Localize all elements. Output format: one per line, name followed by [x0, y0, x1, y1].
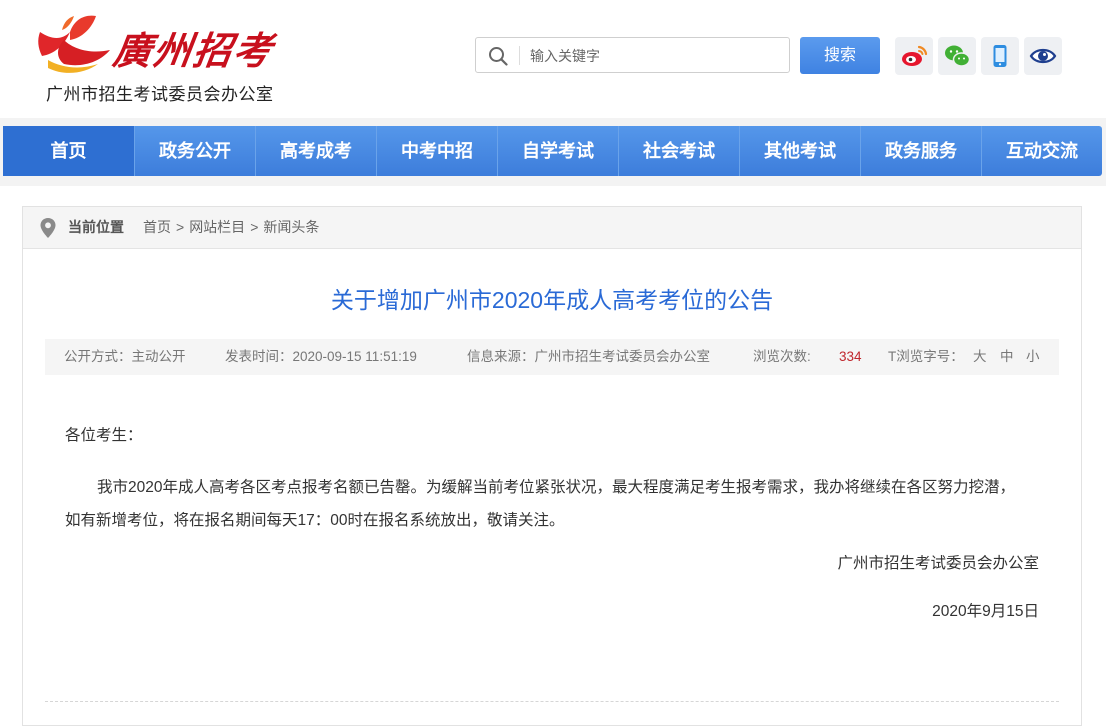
article-paragraph: 我市2020年成人高考各区考点报考名额已告罄。为缓解当前考位紧张状况，最大程度满… — [65, 479, 1015, 529]
search-divider — [519, 46, 520, 65]
breadcrumb-trail: 首页 > 网站栏目 > 新闻头条 — [143, 207, 319, 248]
article-bottom-divider — [45, 701, 1059, 702]
breadcrumb-link-headlines[interactable]: 新闻头条 — [263, 219, 319, 235]
breadcrumb: 当前位置 首页 > 网站栏目 > 新闻头条 — [23, 207, 1081, 249]
meta-font-size-label: T浏览字号： — [888, 349, 964, 364]
main-nav: 首页 政务公开 高考成考 中考中招 自学考试 社会考试 其他考试 政务服务 互动… — [3, 126, 1102, 176]
font-size-medium-button[interactable]: 中 — [1000, 339, 1014, 375]
search-button[interactable]: 搜索 — [800, 37, 880, 74]
article-container: 当前位置 首页 > 网站栏目 > 新闻头条 关于增加广州市2020年成人高考考位的公告 … — [22, 206, 1082, 726]
wechat-icon — [945, 45, 971, 67]
nav-item-social-exam[interactable]: 社会考试 — [619, 126, 740, 176]
search-input[interactable] — [528, 38, 787, 74]
accessibility-button[interactable] — [1024, 37, 1062, 75]
kapok-flower-icon — [38, 15, 110, 73]
breadcrumb-separator: > — [176, 219, 185, 235]
breadcrumb-separator: > — [250, 219, 259, 235]
meta-views-count: 334 — [839, 349, 862, 364]
org-name: 广州市招生考试委员会办公室 — [46, 85, 274, 104]
article-title: 关于增加广州市2020年成人高考考位的公告 — [330, 287, 774, 313]
mobile-button[interactable] — [981, 37, 1019, 75]
meta-views-label: 浏览次数: — [753, 349, 811, 364]
wechat-button[interactable] — [938, 37, 976, 75]
nav-item-government-services[interactable]: 政务服务 — [861, 126, 982, 176]
font-size-large-button[interactable]: 大 — [973, 339, 987, 375]
meta-source: 信息来源：广州市招生考试委员会办公室 — [467, 349, 710, 364]
weibo-icon — [902, 45, 928, 66]
site-logo[interactable]: 廣州招考 广州市招生考试委员会办公室 — [34, 10, 277, 106]
breadcrumb-label: 当前位置 — [68, 219, 124, 235]
meta-publish-time: 发表时间：2020-09-15 11:51:19 — [225, 349, 417, 364]
nav-item-interaction[interactable]: 互动交流 — [982, 126, 1102, 176]
nav-item-other-exams[interactable]: 其他考试 — [740, 126, 861, 176]
meta-publish-mode: 公开方式：主动公开 — [64, 349, 186, 364]
nav-item-government-affairs[interactable]: 政务公开 — [135, 126, 256, 176]
breadcrumb-link-home[interactable]: 首页 — [143, 219, 171, 235]
nav-item-home[interactable]: 首页 — [3, 126, 135, 176]
mobile-icon — [993, 45, 1007, 67]
search-box — [475, 37, 790, 74]
article-meta-bar: 公开方式：主动公开 发表时间：2020-09-15 11:51:19 信息来源：… — [45, 339, 1059, 375]
eye-icon — [1029, 48, 1057, 64]
article-signature: 广州市招生考试委员会办公室 — [837, 555, 1039, 572]
nav-wrapper: 首页 政务公开 高考成考 中考中招 自学考试 社会考试 其他考试 政务服务 互动… — [0, 118, 1106, 186]
search-icon[interactable] — [488, 46, 508, 66]
breadcrumb-link-site-columns[interactable]: 网站栏目 — [189, 219, 245, 235]
article-greeting: 各位考生： — [65, 427, 143, 444]
site-header: 廣州招考 广州市招生考试委员会办公室 搜索 — [0, 0, 1106, 118]
location-pin-icon — [40, 218, 56, 238]
weibo-button[interactable] — [895, 37, 933, 75]
nav-item-self-study-exam[interactable]: 自学考试 — [498, 126, 619, 176]
font-size-small-button[interactable]: 小 — [1026, 339, 1040, 375]
nav-item-zhongkao[interactable]: 中考中招 — [377, 126, 498, 176]
nav-item-gaokao[interactable]: 高考成考 — [256, 126, 377, 176]
article-date: 2020年9月15日 — [932, 603, 1039, 620]
logo-script-text: 廣州招考 — [110, 28, 277, 73]
